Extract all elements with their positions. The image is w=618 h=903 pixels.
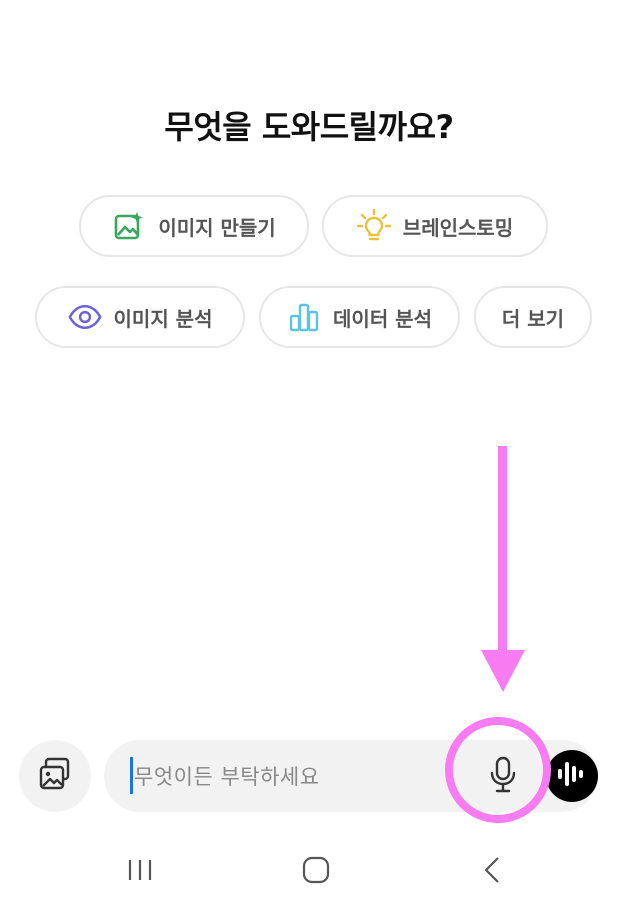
annotation-arrow-head	[481, 650, 525, 692]
back-button[interactable]	[472, 854, 512, 890]
gallery-button[interactable]	[19, 740, 91, 812]
page-title: 무엇을 도와드릴까요?	[164, 108, 454, 146]
chip-label: 브레인스토밍	[402, 215, 514, 240]
gallery-icon	[37, 756, 73, 796]
prompt-input-placeholder[interactable]: 무엇이든 부탁하세요	[134, 761, 320, 791]
text-cursor	[130, 757, 133, 794]
recent-apps-icon	[125, 856, 155, 888]
home-icon	[301, 855, 331, 889]
chip-brainstorm[interactable]: 브레인스토밍	[322, 195, 548, 257]
lightbulb-icon	[356, 209, 391, 243]
bar-chart-icon	[287, 300, 321, 334]
chip-more[interactable]: 더 보기	[474, 286, 592, 348]
chip-label: 데이터 분석	[333, 306, 432, 331]
home-button[interactable]	[296, 854, 336, 890]
image-create-icon	[112, 209, 146, 243]
eye-icon	[68, 300, 102, 334]
chip-data-analysis[interactable]: 데이터 분석	[259, 286, 460, 348]
voice-mode-button[interactable]	[546, 750, 598, 802]
chip-image-create[interactable]: 이미지 만들기	[79, 195, 309, 257]
system-navigation-bar	[0, 840, 618, 903]
chip-label: 이미지 분석	[113, 306, 213, 331]
chip-label: 이미지 만들기	[158, 215, 276, 240]
chip-image-analysis[interactable]: 이미지 분석	[35, 286, 245, 348]
annotation-highlight-circle	[445, 717, 551, 823]
recent-apps-button[interactable]	[120, 854, 160, 890]
chip-label: 더 보기	[501, 306, 565, 331]
back-icon	[480, 855, 504, 889]
annotation-arrow-shaft	[498, 446, 507, 656]
waveform-icon	[556, 759, 588, 793]
